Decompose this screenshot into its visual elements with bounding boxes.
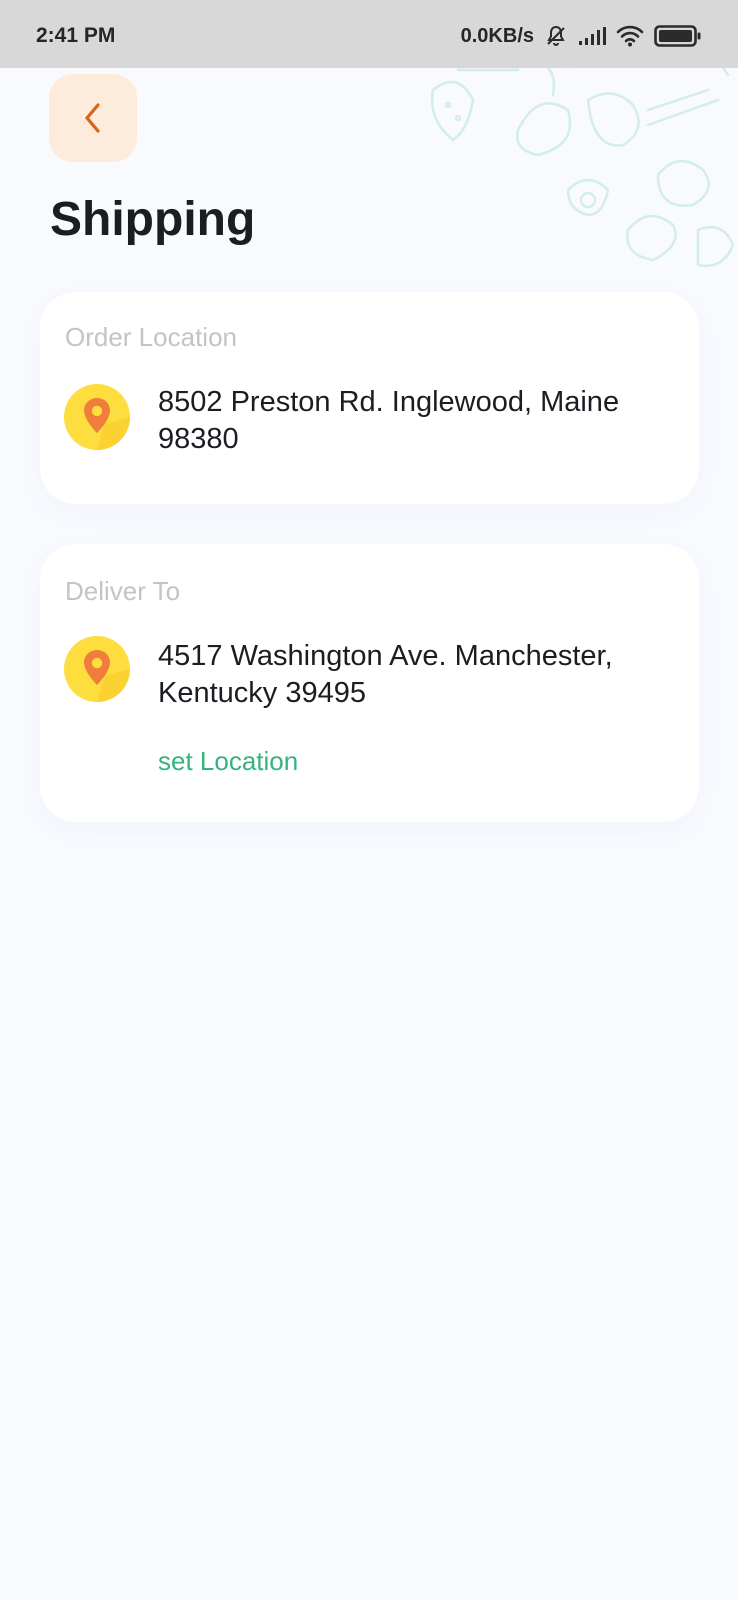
battery-icon — [654, 24, 702, 48]
map-pin-icon — [64, 384, 130, 450]
signal-icon — [578, 26, 606, 46]
mute-icon — [544, 24, 568, 48]
page-title: Shipping — [50, 193, 256, 246]
network-speed: 0.0KB/s — [460, 24, 534, 47]
wifi-icon — [616, 25, 644, 47]
map-pin-icon — [64, 636, 130, 702]
status-bar: 2:41 PM 0.0KB/s — [0, 0, 738, 68]
set-location-link[interactable]: set Location — [158, 746, 298, 777]
status-time: 2:41 PM — [36, 24, 116, 47]
order-location-card: Order Location 8502 Preston Rd. Inglewoo… — [40, 292, 699, 504]
back-button[interactable] — [49, 74, 137, 162]
delivery-address: 4517 Washington Ave. Manchester, Kentuck… — [158, 640, 613, 709]
order-location-label: Order Location — [65, 322, 237, 352]
status-icons: 0.0KB/s — [461, 24, 702, 48]
deliver-to-card: Deliver To 4517 Washington Ave. Manchest… — [40, 544, 699, 822]
deliver-to-label: Deliver To — [65, 576, 181, 606]
order-address: 8502 Preston Rd. Inglewood, Maine 98380 — [158, 386, 620, 455]
chevron-left-icon — [80, 101, 106, 135]
